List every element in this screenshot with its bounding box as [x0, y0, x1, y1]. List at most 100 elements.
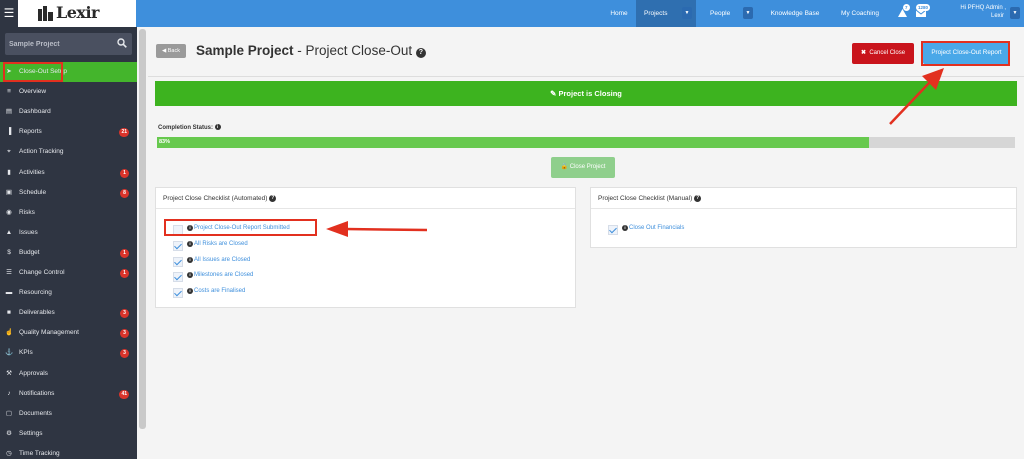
sidebar-item-dashboard[interactable]: ▤ Dashboard	[0, 102, 137, 122]
sidebar-item-badge: 3	[120, 329, 129, 339]
sidebar-item-label: Dashboard	[19, 108, 51, 116]
checked-checkbox[interactable]	[173, 288, 183, 299]
closing-banner-label: Project is Closing	[558, 89, 622, 98]
page-title: Sample Project - Project Close-Out ?	[196, 43, 426, 58]
sidebar-item-action-tracking[interactable]: ⌖ Action Tracking	[0, 142, 137, 162]
sidebar-item-reports[interactable]: ▐ Reports 21	[0, 122, 137, 142]
completion-progress-fill: 83%	[157, 137, 870, 148]
search-icon[interactable]	[117, 38, 127, 48]
dashboard-icon: ▤	[5, 108, 13, 116]
sidebar-item-label: Time Tracking	[19, 449, 60, 457]
info-icon[interactable]: i	[187, 288, 193, 295]
sidebar-item-settings[interactable]: ⚙ Settings	[0, 424, 137, 444]
manual-checklist-panel: Project Close Checklist (Manual) ? i Clos…	[590, 187, 1017, 248]
sidebar-item-badge: 8	[120, 188, 129, 198]
sidebar-search	[0, 31, 137, 57]
envelope-icon	[916, 10, 926, 17]
checklist-item-link[interactable]: Milestones are Closed	[194, 271, 253, 280]
completion-status-text: Completion Status:	[158, 125, 213, 131]
sidebar-item-label: Reports	[19, 128, 42, 136]
sidebar-item-label: Schedule	[19, 188, 47, 196]
completion-status-label: Completion Status: i	[158, 124, 221, 131]
nav-people-label: People	[710, 10, 731, 17]
info-icon[interactable]: i	[187, 240, 193, 247]
folder-icon: ▬	[5, 289, 13, 297]
sidebar-item-notifications[interactable]: ♪ Notifications 41	[0, 384, 137, 404]
sidebar-item-label: Budget	[19, 248, 40, 256]
projects-caret-icon[interactable]: ▼	[682, 7, 692, 19]
cancel-x-icon: ✖	[860, 50, 866, 56]
search-container	[5, 33, 132, 55]
sidebar-item-approvals[interactable]: ⚒ Approvals	[0, 364, 137, 384]
help-icon[interactable]: ?	[415, 48, 426, 58]
checked-checkbox[interactable]	[608, 225, 618, 235]
nav-people[interactable]: People ▼	[700, 0, 758, 27]
checklist-item-link[interactable]: All Issues are Closed	[194, 256, 250, 265]
info-icon[interactable]: i	[622, 225, 628, 231]
checklist-item-link[interactable]: Costs are Finalised	[194, 287, 245, 296]
sidebar-item-label: KPIs	[19, 349, 33, 357]
hamburger-menu-icon[interactable]: ☰	[0, 0, 18, 27]
sidebar: ➤Close-Out Setup≡Overview▤Dashboard▐Repo…	[0, 27, 137, 459]
sidebar-item-kpis[interactable]: ⚓ KPIs 3	[0, 343, 137, 363]
cogs-icon: ⚙	[6, 429, 12, 437]
messages-button[interactable]: 1280	[914, 0, 936, 27]
logo-text: Lexir	[56, 3, 99, 22]
calendar-icon: ▣	[5, 188, 13, 196]
automated-checklist-title: Project Close Checklist (Automated)	[163, 195, 268, 202]
sidebar-item-schedule[interactable]: ▣ Schedule 8	[0, 183, 137, 203]
automated-help-icon[interactable]: ?	[269, 195, 277, 202]
page-title-section: - Project Close-Out	[293, 43, 413, 58]
manual-help-icon[interactable]: ?	[694, 195, 702, 202]
sidebar-item-label: Issues	[19, 228, 38, 236]
project-search-input[interactable]	[9, 33, 109, 55]
nav-projects[interactable]: Projects ▼	[636, 0, 696, 27]
checklist-item-link[interactable]: All Risks are Closed	[194, 240, 248, 249]
sidebar-item-label: Change Control	[19, 269, 65, 276]
people-caret-icon[interactable]: ▼	[743, 7, 753, 19]
lock-icon: 🔒	[560, 164, 569, 170]
logo[interactable]: Lexir	[18, 0, 136, 27]
checklist-item-link[interactable]: Close Out Financials	[629, 224, 684, 233]
nav-my-coaching[interactable]: My Coaching	[834, 0, 886, 27]
back-label: Back	[167, 48, 180, 54]
automated-checklist-header: Project Close Checklist (Automated) ?	[156, 188, 575, 209]
nav-knowledge-base[interactable]: Knowledge Base	[764, 0, 826, 27]
list-icon: ☰	[6, 269, 12, 276]
sidebar-item-issues[interactable]: ▲ Issues	[0, 223, 137, 243]
back-button[interactable]: ◀ Back	[156, 44, 186, 58]
checked-checkbox[interactable]	[173, 272, 183, 283]
closing-status-banner: ✎ Project is Closing	[155, 81, 1017, 106]
admin-menu[interactable]: Hi PFHQ Admin , Lexir	[944, 4, 1006, 20]
checked-checkbox[interactable]	[173, 256, 183, 267]
cancel-close-button[interactable]: ✖ Cancel Close	[852, 43, 914, 64]
sidebar-scrollbar[interactable]	[139, 29, 146, 429]
sidebar-item-resourcing[interactable]: ▬ Resourcing	[0, 283, 137, 303]
gavel-icon: ⚒	[6, 369, 12, 377]
sidebar-item-overview[interactable]: ≡ Overview	[0, 82, 137, 102]
sidebar-item-risks[interactable]: ◉ Risks	[0, 203, 137, 223]
sidebar-item-label: Notifications	[19, 389, 55, 397]
alerts-button[interactable]: 7	[895, 0, 913, 27]
sidebar-item-deliverables[interactable]: ■ Deliverables 3	[0, 303, 137, 323]
top-navbar: ☰ Lexir Home Projects ▼ People ▼ Knowled…	[0, 0, 1024, 27]
thumbs-up-icon: ☝	[5, 329, 14, 337]
completion-info-icon[interactable]: i	[214, 124, 221, 130]
checked-checkbox[interactable]	[173, 240, 183, 251]
sidebar-item-change-control[interactable]: ☰ Change Control 1	[0, 263, 137, 283]
info-icon[interactable]: i	[187, 256, 193, 263]
nav-home[interactable]: Home	[602, 0, 636, 27]
sidebar-item-activities[interactable]: ▮ Activities 1	[0, 163, 137, 183]
close-project-button[interactable]: 🔒 Close Project	[551, 157, 615, 178]
sidebar-item-documents[interactable]: ▢ Documents	[0, 404, 137, 424]
sidebar-item-time-tracking[interactable]: ◷ Time Tracking	[0, 444, 137, 459]
sidebar-item-budget[interactable]: $ Budget 1	[0, 243, 137, 263]
admin-caret-icon[interactable]: ▼	[1010, 7, 1020, 19]
sidebar-item-quality-management[interactable]: ☝ Quality Management 3	[0, 323, 137, 343]
sidebar-item-badge: 1	[120, 168, 129, 178]
sidebar-item-label: Settings	[19, 429, 43, 437]
sidebar-item-label: Deliverables	[19, 309, 55, 317]
info-icon[interactable]: i	[187, 272, 193, 279]
sidebar-item-badge: 1	[120, 248, 129, 258]
documents-icon: ▢	[5, 409, 13, 417]
